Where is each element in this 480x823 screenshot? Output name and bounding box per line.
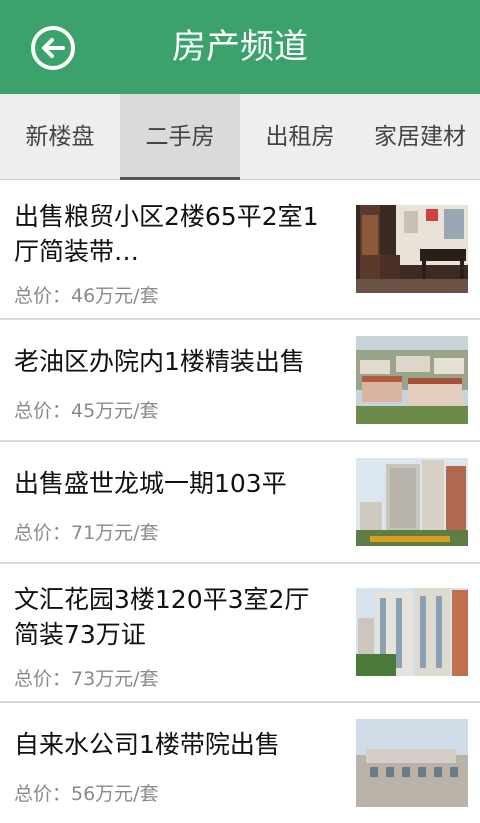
list-item[interactable]: 自来水公司1楼带院出售 总价：56万元/套 (0, 703, 480, 823)
back-arrow-circle-icon[interactable] (30, 25, 76, 71)
listing-price: 总价：46万元/套 (14, 285, 159, 307)
listing-photo (356, 719, 468, 807)
listing-photo (356, 458, 468, 546)
listing-title: 出售粮贸小区2楼65平2室1厅简装带… (14, 202, 319, 266)
listing-photo (356, 205, 468, 293)
category-tabs: 新楼盘 二手房 出租房 家居建材 (0, 94, 480, 180)
list-item[interactable]: 老油区办院内1楼精装出售 总价：45万元/套 (0, 320, 480, 442)
listing-title: 老油区办院内1楼精装出售 (14, 347, 305, 376)
listing-title: 文汇花园3楼120平3室2厅简装73万证 (14, 585, 310, 649)
list-item[interactable]: 出售粮贸小区2楼65平2室1厅简装带… 总价：46万元/套 (0, 181, 480, 320)
listing-price: 总价：56万元/套 (14, 783, 159, 805)
tab-home-materials[interactable]: 家居建材 (360, 94, 480, 180)
listing-price: 总价：73万元/套 (14, 668, 159, 690)
tab-new-homes[interactable]: 新楼盘 (0, 94, 120, 180)
listing-photo (356, 588, 468, 676)
listing-price: 总价：71万元/套 (14, 522, 159, 544)
tab-second-hand[interactable]: 二手房 (120, 94, 240, 180)
app-header: 房产频道 (0, 0, 480, 94)
listing-price: 总价：45万元/套 (14, 400, 159, 422)
tab-rentals[interactable]: 出租房 (240, 94, 360, 180)
listing-title: 出售盛世龙城一期103平 (14, 469, 287, 498)
listing-title: 自来水公司1楼带院出售 (14, 730, 280, 759)
list-item[interactable]: 出售盛世龙城一期103平 总价：71万元/套 (0, 442, 480, 564)
listing-photo (356, 336, 468, 424)
list-item[interactable]: 文汇花园3楼120平3室2厅简装73万证 总价：73万元/套 (0, 564, 480, 703)
